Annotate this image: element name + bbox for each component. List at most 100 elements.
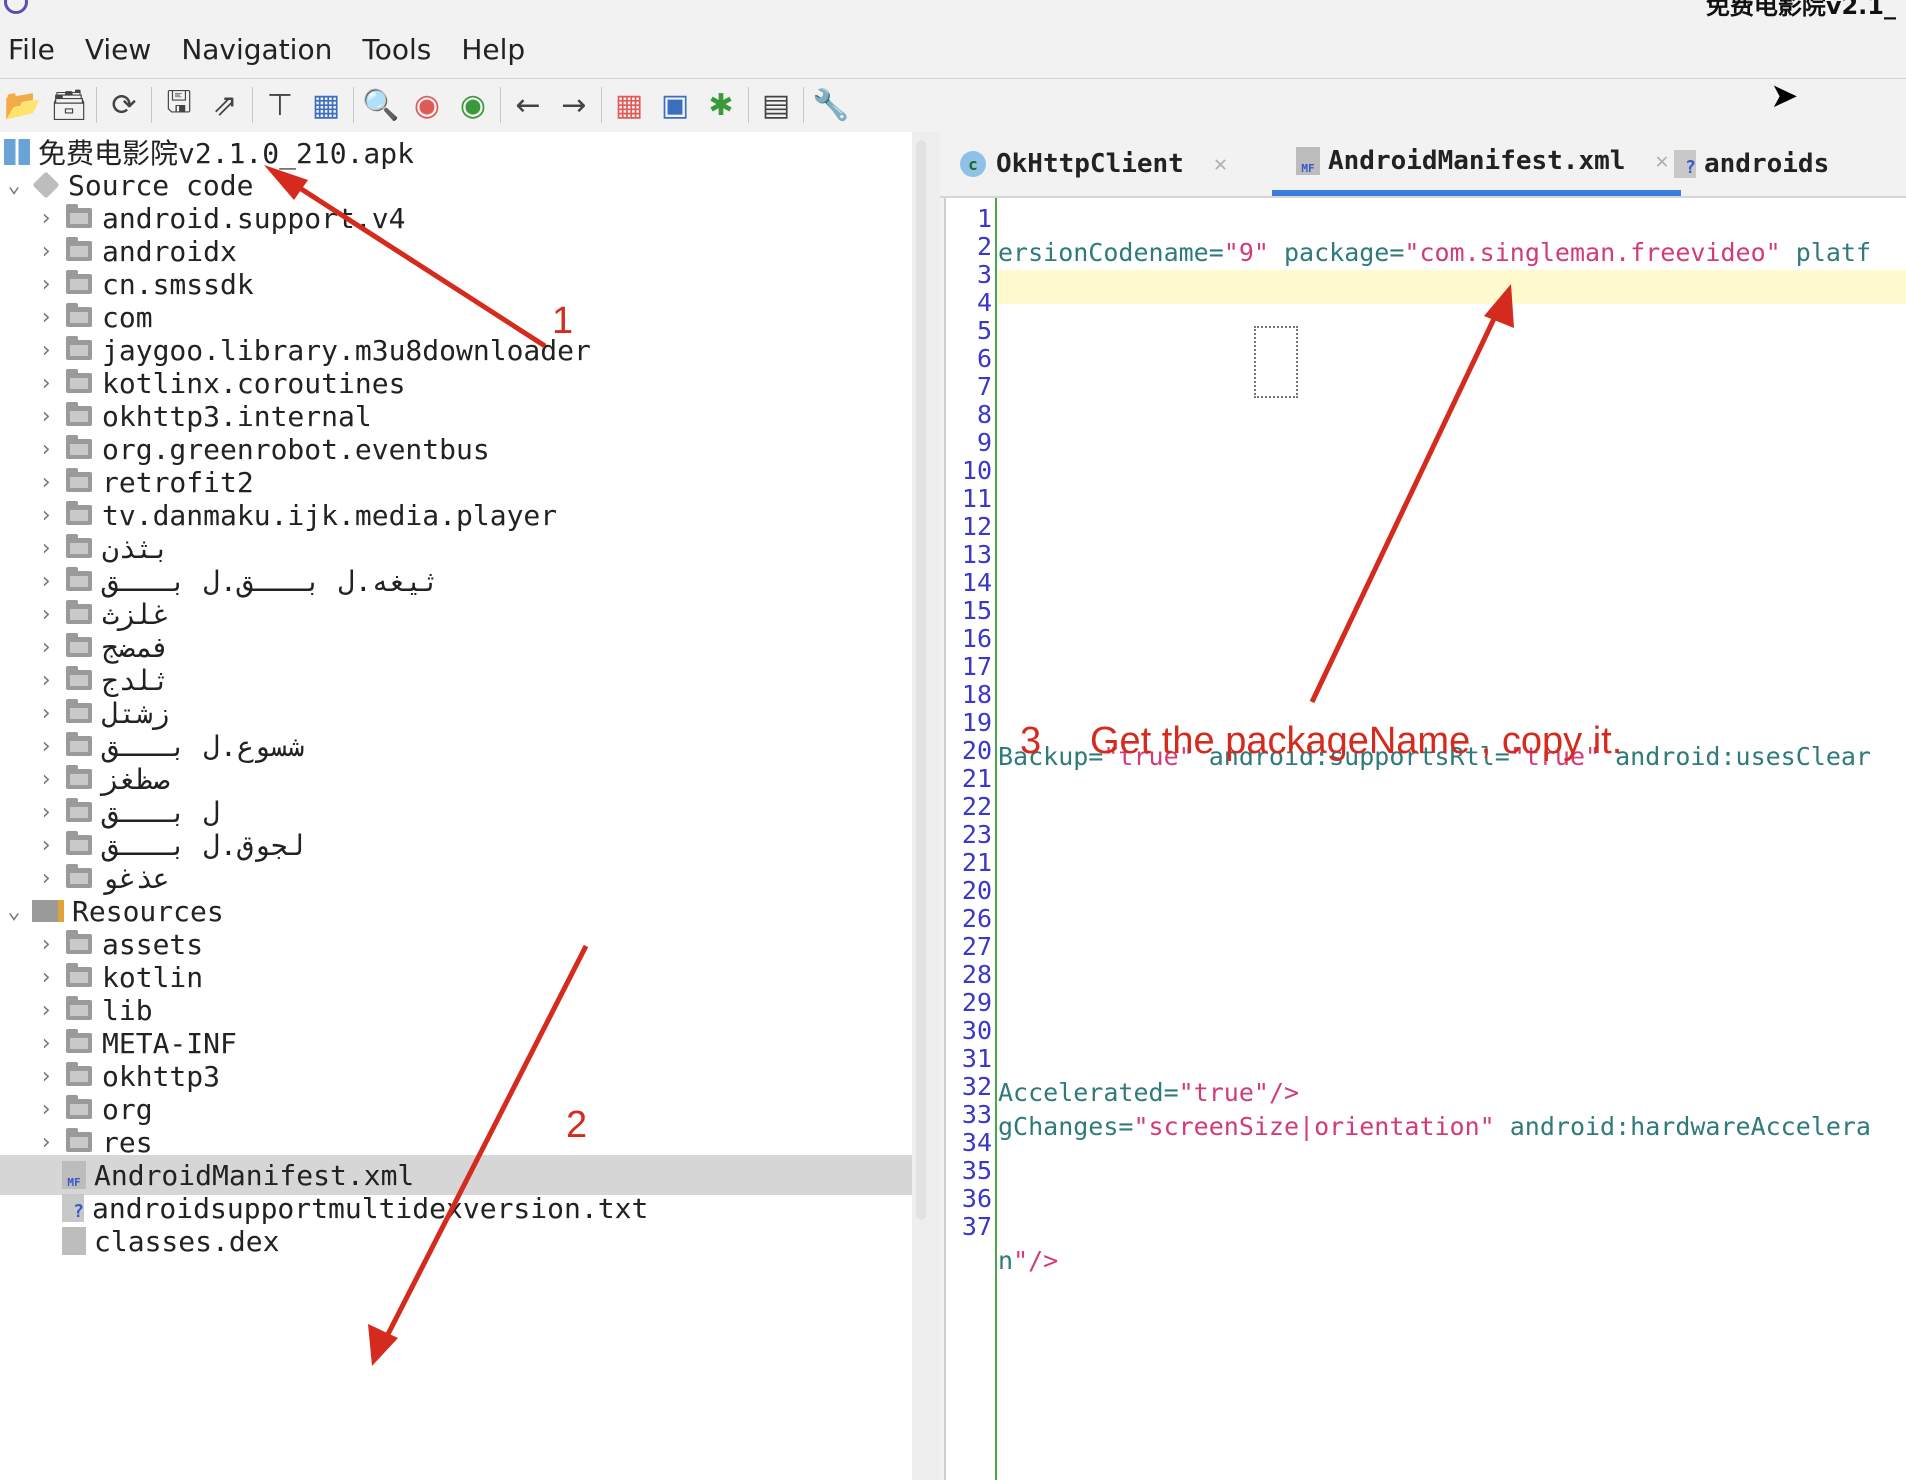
quick-open-icon[interactable]: ▣ [652, 82, 698, 128]
chevron-right-icon[interactable]: › [32, 272, 60, 297]
chevron-right-icon[interactable]: › [32, 1130, 60, 1155]
folder-icon [66, 1128, 92, 1152]
tree-icon[interactable]: ▦ [303, 82, 349, 128]
chevron-right-icon[interactable]: › [32, 470, 60, 495]
chevron-right-icon[interactable]: › [32, 800, 60, 825]
tab-okhttpclient[interactable]: c OkHttpClient ✕ [960, 132, 1227, 196]
menu-view[interactable]: View [77, 33, 161, 66]
folder-icon [66, 237, 92, 261]
folder-icon [66, 831, 92, 855]
tree-package[interactable]: › عذغو [0, 858, 912, 898]
menu-file[interactable]: File [0, 33, 65, 66]
chevron-right-icon[interactable]: › [32, 701, 60, 726]
chevron-down-icon[interactable]: ⌄ [0, 899, 28, 924]
chevron-right-icon[interactable]: › [32, 734, 60, 759]
folder-icon [66, 996, 92, 1020]
close-icon[interactable]: ✕ [1214, 152, 1227, 177]
editor-tabs: c OkHttpClient ✕ MF AndroidManifest.xml … [940, 132, 1906, 198]
toolbar-separator [353, 87, 354, 123]
current-line-highlight [998, 270, 1906, 304]
debug-icon[interactable]: ✱ [698, 82, 744, 128]
chevron-right-icon[interactable]: › [32, 305, 60, 330]
folder-icon [66, 600, 92, 624]
chevron-right-icon[interactable]: › [32, 371, 60, 396]
tab-androidsupport[interactable]: ? androids [1674, 132, 1829, 196]
tree-resource-folder[interactable]: › res [0, 1122, 912, 1162]
chevron-right-icon[interactable]: › [32, 602, 60, 627]
chevron-right-icon[interactable]: › [32, 998, 60, 1023]
folder-icon [66, 336, 92, 360]
chevron-right-icon[interactable]: › [32, 569, 60, 594]
folder-icon [66, 270, 92, 294]
add-files-icon[interactable]: 🗃 [46, 82, 92, 128]
folder-icon [66, 501, 92, 525]
export-icon[interactable]: ⇗ [202, 82, 248, 128]
line-number: 37 [961, 1212, 992, 1241]
code-line-1[interactable]: ersionCodename="9" package="com.singlema… [998, 236, 1871, 270]
toolbar-separator [601, 87, 602, 123]
toolbar-separator [96, 87, 97, 123]
close-icon[interactable]: ✕ [1655, 149, 1668, 174]
forward-icon[interactable]: → [551, 82, 597, 128]
code-line-32[interactable]: gChanges="screenSize|orientation" androi… [998, 1110, 1871, 1144]
code-editor[interactable]: 1 2 3 4 5 6 7 8 9 10 11 12 13 14 15 16 17 18 19 20 21 22 23 21 2… [944, 198, 1906, 1480]
open-file-icon[interactable]: 📂 [0, 82, 46, 128]
find-usage-icon[interactable]: ◉ [450, 82, 496, 128]
code-line-36[interactable]: n"/> [998, 1244, 1058, 1278]
toolbar: 📂 🗃 ⟳ 🖫 ⇗ ⊤ ▦ 🔍 ◉ ◉ ← → ▦ ▣ ✱ ▤ 🔧 [0, 78, 1906, 131]
manifest-icon: MF [62, 1161, 86, 1189]
class-icon: c [960, 151, 986, 177]
folder-icon [66, 699, 92, 723]
chevron-right-icon[interactable]: › [32, 1031, 60, 1056]
text-file-icon: ? [1674, 150, 1696, 178]
chevron-right-icon[interactable]: › [32, 338, 60, 363]
chevron-right-icon[interactable]: › [32, 437, 60, 462]
title-strip: 免费电影院v2.1_ [0, 0, 1906, 20]
preferences-icon[interactable]: 🔧 [808, 82, 854, 128]
chevron-right-icon[interactable]: › [32, 932, 60, 957]
chevron-right-icon[interactable]: › [32, 767, 60, 792]
folder-icon [66, 1062, 92, 1086]
chevron-down-icon[interactable]: ⌄ [0, 173, 28, 198]
chevron-right-icon[interactable]: › [32, 536, 60, 561]
chevron-right-icon[interactable]: › [32, 635, 60, 660]
tree-scrollbar[interactable] [916, 140, 926, 1220]
save-icon[interactable]: 🖫 [156, 82, 202, 128]
chevron-right-icon[interactable]: › [32, 866, 60, 891]
dex-file-icon [62, 1227, 86, 1255]
window-title: 免费电影院v2.1_ [1705, 0, 1896, 20]
tab-androidmanifest[interactable]: MF AndroidManifest.xml ✕ [1272, 132, 1681, 196]
menu-navigation[interactable]: Navigation [173, 33, 342, 66]
folder-icon [66, 963, 92, 987]
folder-icon [66, 633, 92, 657]
menu-tools[interactable]: Tools [354, 33, 441, 66]
deobfuscation-icon[interactable]: ▦ [606, 82, 652, 128]
chevron-right-icon[interactable]: › [32, 503, 60, 528]
sync-icon[interactable]: ⟳ [101, 82, 147, 128]
folder-icon [66, 567, 92, 591]
back-icon[interactable]: ← [505, 82, 551, 128]
chevron-right-icon[interactable]: › [32, 404, 60, 429]
folder-icon [66, 468, 92, 492]
chevron-right-icon[interactable]: › [32, 239, 60, 264]
tree-file-classes-dex[interactable]: classes.dex [0, 1221, 912, 1261]
chevron-right-icon[interactable]: › [32, 1097, 60, 1122]
search-icon[interactable]: 🔍 [358, 82, 404, 128]
chevron-right-icon[interactable]: › [32, 1064, 60, 1089]
find-class-icon[interactable]: ◉ [404, 82, 450, 128]
folder-icon [66, 303, 92, 327]
chevron-right-icon[interactable]: › [32, 206, 60, 231]
toolbar-separator [252, 87, 253, 123]
menu-help[interactable]: Help [453, 33, 535, 66]
code-line-31[interactable]: Accelerated="true"/> [998, 1076, 1299, 1110]
folder-icon [66, 204, 92, 228]
chevron-right-icon[interactable]: › [32, 965, 60, 990]
toolbar-separator [500, 87, 501, 123]
folder-icon [66, 1029, 92, 1053]
chevron-right-icon[interactable]: › [32, 833, 60, 858]
flatten-icon[interactable]: ⊤ [257, 82, 303, 128]
chevron-right-icon[interactable]: › [32, 668, 60, 693]
log-icon[interactable]: ▤ [753, 82, 799, 128]
folder-icon [66, 666, 92, 690]
folder-icon [66, 534, 92, 558]
